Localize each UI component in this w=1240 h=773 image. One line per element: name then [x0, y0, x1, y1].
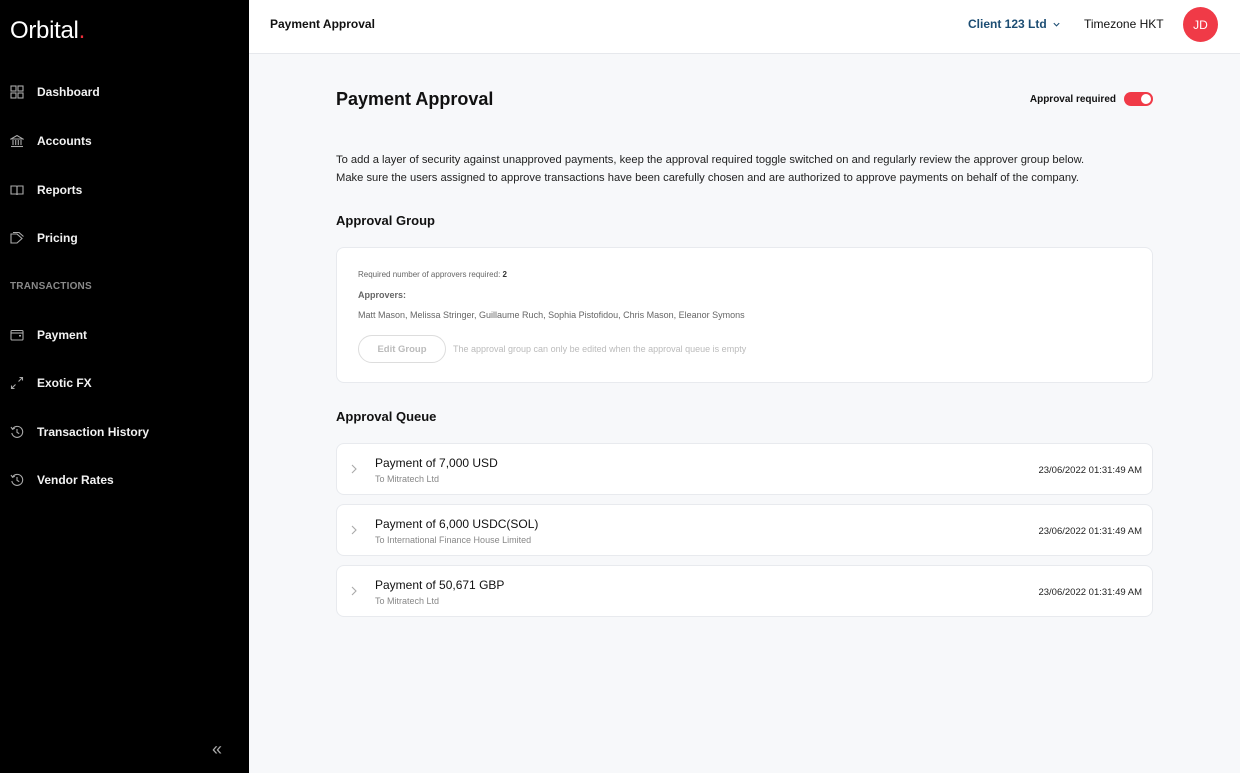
double-chevron-left-icon: « [212, 739, 223, 759]
required-approvers: Required number of approvers required: 2 [358, 270, 507, 279]
queue-item[interactable]: Payment of 6,000 USDC(SOL) To Internatio… [336, 504, 1153, 556]
page-title: Payment Approval [336, 89, 494, 109]
sidebar-item-label: Vendor Rates [37, 473, 114, 487]
approval-required-control: Approval required [1030, 92, 1153, 106]
toggle-knob [1141, 94, 1151, 104]
queue-item-title: Payment of 7,000 USD [375, 456, 498, 470]
intro-line-1: To add a layer of security against unapp… [336, 154, 1085, 166]
topbar-page-title: Payment Approval [270, 17, 375, 31]
queue-item[interactable]: Payment of 7,000 USD To Mitratech Ltd 23… [336, 443, 1153, 495]
queue-item-recipient: To Mitratech Ltd [375, 474, 440, 484]
intro-line-2: Make sure the users assigned to approve … [336, 172, 1079, 184]
sidebar-item-label: Transaction History [37, 425, 150, 439]
queue-item-timestamp: 23/06/2022 01:31:49 AM [1038, 587, 1142, 598]
sidebar-item-label: Pricing [37, 231, 78, 245]
approval-required-toggle[interactable] [1124, 92, 1153, 106]
sidebar-item-label: Accounts [37, 134, 92, 148]
approval-group-heading: Approval Group [336, 213, 435, 228]
wallet-icon [10, 328, 24, 342]
dashboard-grid-icon [10, 85, 24, 99]
sidebar-item-dashboard[interactable]: Dashboard [10, 82, 100, 102]
queue-item-timestamp: 23/06/2022 01:31:49 AM [1038, 465, 1142, 476]
approval-required-label: Approval required [1029, 93, 1116, 105]
sidebar: Orbital. Dashboard Accounts Reports Pric… [0, 0, 249, 773]
required-approvers-label: Required number of approvers required: [358, 270, 503, 279]
exchange-arrows-icon [10, 376, 24, 390]
edit-group-hint: The approval group can only be edited wh… [453, 344, 747, 354]
sidebar-item-label: Payment [37, 328, 88, 342]
bank-icon [10, 134, 24, 148]
chevron-right-icon [351, 464, 357, 474]
sidebar-item-label: Dashboard [37, 85, 100, 99]
sidebar-item-pricing[interactable]: Pricing [10, 228, 78, 248]
logo-dot: . [78, 17, 86, 44]
approval-group-card: Required number of approvers required: 2… [336, 247, 1153, 383]
sidebar-item-label: Exotic FX [37, 376, 92, 390]
queue-item-recipient: To Mitratech Ltd [375, 596, 440, 606]
intro-text: To add a layer of security against unapp… [336, 151, 1153, 187]
queue-item-title: Payment of 50,671 GBP [375, 578, 505, 592]
top-bar: Payment Approval Client 123 Ltd Timezone… [249, 0, 1240, 54]
queue-item-title: Payment of 6,000 USDC(SOL) [375, 517, 539, 531]
edit-group-button[interactable]: Edit Group [358, 335, 446, 363]
sidebar-item-transaction-history[interactable]: Transaction History [10, 422, 149, 442]
chevron-right-icon [351, 586, 357, 596]
collapse-sidebar-button[interactable]: « [212, 740, 228, 758]
book-icon [10, 183, 24, 197]
chevron-down-icon [1053, 22, 1060, 27]
approvers-list: Matt Mason, Melissa Stringer, Guillaume … [358, 310, 745, 320]
sidebar-item-payment[interactable]: Payment [10, 325, 87, 345]
queue-item[interactable]: Payment of 50,671 GBP To Mitratech Ltd 2… [336, 565, 1153, 617]
approval-queue-heading: Approval Queue [336, 409, 437, 424]
history-icon [10, 473, 24, 487]
sidebar-item-vendor-rates[interactable]: Vendor Rates [10, 470, 114, 490]
chevron-right-icon [351, 525, 357, 535]
sidebar-item-label: Reports [37, 183, 83, 197]
logo-text: Orbital [10, 17, 79, 44]
client-name: Client 123 Ltd [968, 17, 1047, 31]
tag-icon [10, 231, 24, 245]
transactions-section-label: TRANSACTIONS [10, 281, 92, 292]
orbital-logo[interactable]: Orbital. [10, 17, 85, 45]
required-approvers-count: 2 [502, 270, 507, 279]
sidebar-item-accounts[interactable]: Accounts [10, 131, 92, 151]
queue-item-timestamp: 23/06/2022 01:31:49 AM [1038, 526, 1142, 537]
timezone-label[interactable]: Timezone HKT [1084, 17, 1164, 31]
user-avatar[interactable]: JD [1183, 7, 1218, 42]
client-selector[interactable]: Client 123 Ltd [968, 17, 1061, 31]
approvers-label: Approvers: [358, 290, 407, 300]
queue-item-recipient: To International Finance House Limited [375, 535, 532, 545]
sidebar-item-exotic-fx[interactable]: Exotic FX [10, 373, 92, 393]
sidebar-item-reports[interactable]: Reports [10, 180, 82, 200]
history-icon [10, 425, 24, 439]
